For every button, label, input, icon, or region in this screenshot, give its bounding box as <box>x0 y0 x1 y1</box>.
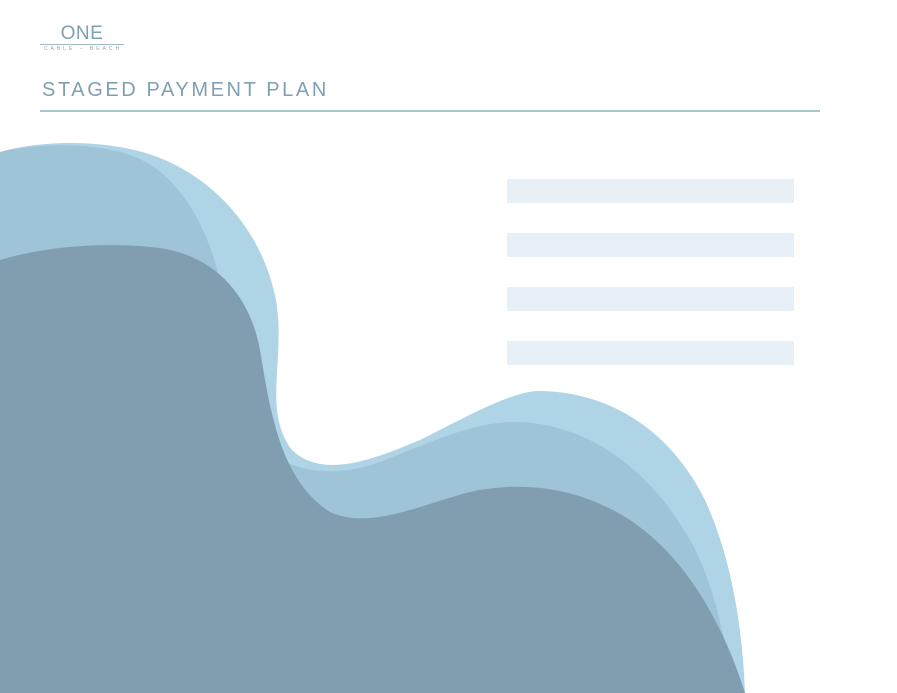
logo-divider <box>40 44 124 45</box>
info-bar <box>507 233 794 257</box>
logo-wordmark: ONE <box>60 23 104 44</box>
info-bar <box>507 179 794 203</box>
info-bar-list <box>507 179 794 395</box>
brand-logo: ONE CABLE – BEACH <box>40 24 126 54</box>
logo-tagline: CABLE – BEACH <box>43 46 123 52</box>
info-bar <box>507 287 794 311</box>
page-title: STAGED PAYMENT PLAN <box>42 79 329 101</box>
title-divider <box>40 110 820 112</box>
info-bar <box>507 341 794 365</box>
